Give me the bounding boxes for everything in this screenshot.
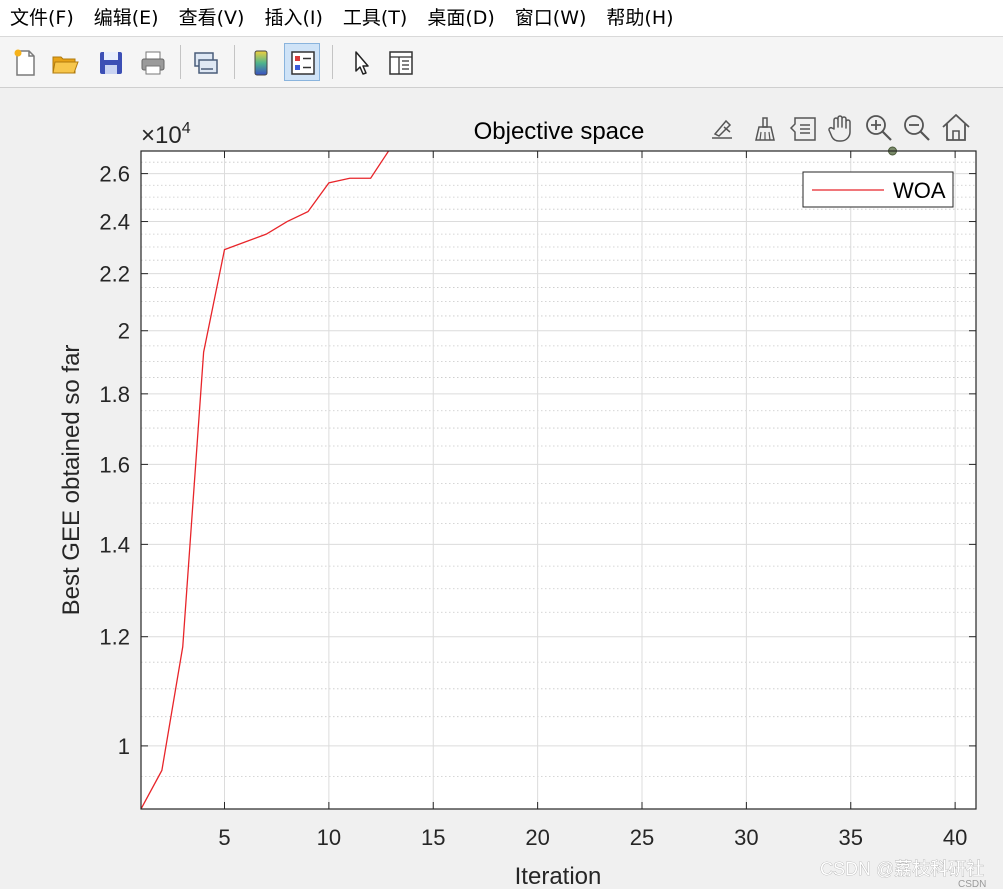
brush-edit-button[interactable] [712, 119, 732, 139]
menu-item[interactable]: 编辑(E) [84, 0, 169, 36]
toolbar-separator [180, 45, 181, 79]
x-tick-label: 20 [525, 825, 549, 850]
x-tick-label: 10 [317, 825, 341, 850]
new-figure-button[interactable] [6, 43, 42, 81]
restore-view-button[interactable] [942, 114, 970, 141]
open-file-button[interactable] [46, 43, 82, 81]
y-tick-label: 2.2 [99, 262, 130, 287]
save-button[interactable] [92, 43, 128, 81]
y-exponent-label: ×104 [141, 120, 191, 149]
y-axis-label: Best GEE obtained so far [58, 345, 85, 616]
property-inspector-button[interactable] [382, 43, 418, 81]
x-tick-label: 35 [839, 825, 863, 850]
menu-item[interactable]: 插入(I) [254, 0, 332, 36]
zoom-out-button[interactable] [904, 115, 930, 141]
watermark-text: CSDN @荔枝科研社 [820, 859, 984, 879]
menu-item[interactable]: 桌面(D) [417, 0, 504, 36]
legend[interactable]: WOA [802, 171, 954, 208]
data-brush-icon [755, 117, 775, 141]
toolbar-separator [234, 45, 235, 79]
print-icon [141, 51, 165, 75]
y-tick-label: 2.4 [99, 210, 130, 235]
zoom-out-icon [904, 115, 930, 141]
menu-item[interactable]: 帮助(H) [596, 0, 683, 36]
print-button[interactable] [134, 43, 170, 81]
x-tick-label: 40 [943, 825, 967, 850]
y-tick-label: 1.4 [99, 532, 130, 557]
legend-entry-woa: WOA [893, 178, 946, 203]
menu-item[interactable]: 窗口(W) [505, 0, 597, 36]
link-plot-button[interactable] [186, 43, 222, 81]
property-inspector-icon [389, 51, 413, 75]
figure-toolbar [0, 36, 1003, 88]
menu-bar: 文件(F) 编辑(E) 查看(V) 插入(I) 工具(T) 桌面(D) 窗口(W) 帮助(H) [0, 0, 1003, 36]
insert-colorbar-button[interactable] [242, 43, 278, 81]
plot-canvas: 1 1.2 1.4 1.6 1.8 2 2.2 2.4 2.6 5 10 15 20 25 30 35 40 ×… [58, 114, 986, 889]
y-tick-label: 2 [118, 319, 130, 344]
x-axis-label: Iteration [515, 863, 602, 889]
y-tick-label: 1.6 [99, 452, 130, 477]
save-icon [100, 52, 122, 74]
insert-legend-icon [291, 51, 315, 75]
pan-button[interactable] [828, 115, 851, 142]
insert-legend-button[interactable] [284, 43, 320, 81]
data-tips-button[interactable] [789, 117, 816, 141]
open-file-icon [52, 56, 79, 74]
y-tick-label: 2.6 [99, 162, 130, 187]
new-figure-icon [14, 49, 35, 76]
edit-plot-arrow-icon [355, 51, 369, 75]
edit-plot-button[interactable] [342, 43, 378, 81]
y-tick-label: 1.2 [99, 625, 130, 650]
zoom-in-icon [866, 115, 892, 141]
restore-view-icon [942, 114, 970, 141]
link-plot-icon [194, 52, 218, 74]
zoom-in-button[interactable] [866, 115, 892, 141]
insert-colorbar-icon [254, 50, 268, 76]
watermark-small-text: CSDN [958, 879, 986, 889]
data-tips-icon [789, 117, 816, 141]
x-tick-label: 5 [218, 825, 230, 850]
menu-item[interactable]: 查看(V) [169, 0, 255, 36]
data-brush-button[interactable] [755, 117, 775, 141]
pan-hand-icon [828, 115, 851, 142]
toolbar-separator [332, 45, 333, 79]
axes-toolbar [712, 114, 970, 142]
y-tick-label: 1.8 [99, 382, 130, 407]
x-tick-label: 15 [421, 825, 445, 850]
x-tick-label: 30 [734, 825, 758, 850]
menu-item[interactable]: 工具(T) [333, 0, 417, 36]
figure-area: 1 1.2 1.4 1.6 1.8 2 2.2 2.4 2.6 5 10 15 20 25 30 35 40 ×… [0, 88, 1003, 889]
plot-title: Objective space [474, 118, 645, 145]
menu-item[interactable]: 文件(F) [0, 0, 84, 36]
brush-edit-icon [712, 119, 732, 139]
x-tick-label: 25 [630, 825, 654, 850]
y-tick-label: 1 [118, 734, 130, 759]
